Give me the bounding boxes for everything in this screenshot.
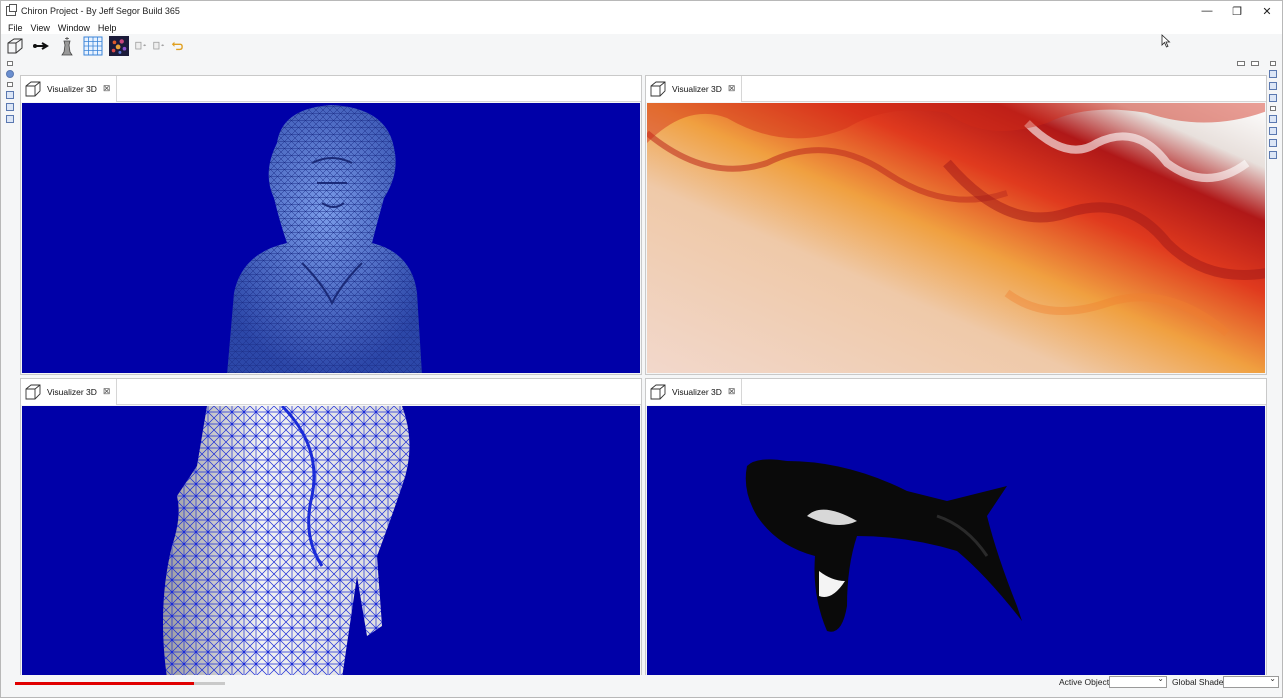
wireframe-bust-render (163, 406, 410, 676)
menu-help[interactable]: Help (94, 23, 121, 33)
arrow-right-icon[interactable] (31, 36, 51, 56)
panel-view-icon[interactable] (1269, 127, 1277, 135)
close-tab-icon[interactable]: ⊠ (728, 83, 736, 94)
tab-label: Visualizer 3D (47, 83, 97, 94)
global-shader-label: Global Shader (1172, 677, 1227, 687)
wireframe-cube-icon[interactable] (5, 36, 25, 56)
minimize-button[interactable]: — (1192, 1, 1222, 21)
export-icon[interactable] (153, 36, 165, 56)
maximize-area-icon[interactable] (1251, 61, 1259, 66)
close-tab-icon[interactable]: ⊠ (103, 83, 111, 94)
left-side-strip (3, 59, 17, 123)
panel-view-icon[interactable] (1269, 94, 1277, 102)
wireframe-cube-icon (25, 81, 41, 96)
visualizer-panel-3: Visualizer 3D ⊠ (20, 378, 642, 678)
progress-bar (15, 682, 225, 685)
wireframe-cube-icon (650, 384, 666, 399)
panel-view-icon[interactable] (6, 103, 14, 111)
close-tab-icon[interactable]: ⊠ (103, 386, 111, 397)
toolbar (1, 34, 1282, 58)
tab-visualizer-3d[interactable]: Visualizer 3D ⊠ (646, 75, 743, 102)
viewport-3d[interactable] (647, 103, 1265, 373)
panel-view-icon[interactable] (1269, 151, 1277, 159)
app-icon (6, 4, 17, 16)
window-title: Chiron Project - By Jeff Segor Build 365 (21, 6, 180, 16)
app-window: Chiron Project - By Jeff Segor Build 365… (0, 0, 1283, 698)
mouse-cursor-icon (1161, 34, 1171, 48)
wireframe-cube-icon (25, 384, 41, 399)
visualizer-panel-4: Visualizer 3D ⊠ (645, 378, 1267, 678)
chess-piece-icon[interactable] (57, 36, 77, 56)
outline-view-icon[interactable] (6, 70, 14, 78)
particles-icon[interactable] (109, 36, 129, 56)
menu-view[interactable]: View (27, 23, 54, 33)
tab-label: Visualizer 3D (47, 386, 97, 397)
menu-file[interactable]: File (4, 23, 27, 33)
right-side-strip (1266, 59, 1280, 159)
restore-view-icon[interactable] (7, 82, 13, 87)
tab-visualizer-3d[interactable]: Visualizer 3D ⊠ (646, 378, 743, 405)
terrain-render (647, 103, 1265, 373)
tab-visualizer-3d[interactable]: Visualizer 3D ⊠ (21, 75, 118, 102)
status-bar: Active Object Global Shader (1, 674, 1282, 697)
panel-view-icon[interactable] (1269, 82, 1277, 90)
tab-visualizer-3d[interactable]: Visualizer 3D ⊠ (21, 378, 118, 405)
panel-view-icon[interactable] (6, 115, 14, 123)
tab-label: Visualizer 3D (672, 386, 722, 397)
editor-area-controls (1237, 61, 1259, 66)
global-shader-select[interactable] (1223, 674, 1279, 688)
restore-view-icon[interactable] (7, 61, 13, 66)
menu-bar: File View Window Help (1, 21, 1282, 34)
visualizer-panel-1: Visualizer 3D ⊠ (20, 75, 642, 375)
viewport-3d[interactable] (647, 406, 1265, 676)
viewport-3d[interactable] (22, 103, 640, 373)
restore-view-icon[interactable] (1270, 61, 1276, 66)
orca-render (745, 459, 1022, 632)
panel-view-icon[interactable] (1269, 70, 1277, 78)
wireframe-cube-icon (650, 81, 666, 96)
restore-button[interactable]: ❐ (1222, 1, 1252, 21)
progress-fill (15, 682, 194, 685)
restore-view-icon[interactable] (1270, 106, 1276, 111)
tab-label: Visualizer 3D (672, 83, 722, 94)
undo-icon[interactable] (171, 36, 183, 56)
active-object-label: Active Object (1059, 677, 1110, 687)
panel-view-icon[interactable] (1269, 139, 1277, 147)
menu-window[interactable]: Window (54, 23, 94, 33)
viewport-3d[interactable] (22, 406, 640, 676)
bust-mesh-render (227, 105, 422, 373)
close-tab-icon[interactable]: ⊠ (728, 386, 736, 397)
grid-icon[interactable] (83, 36, 103, 56)
import-icon[interactable] (135, 36, 147, 56)
minimize-area-icon[interactable] (1237, 61, 1245, 66)
close-button[interactable]: ✕ (1252, 1, 1282, 21)
panel-view-icon[interactable] (1269, 115, 1277, 123)
visualizer-panel-2: Visualizer 3D ⊠ (645, 75, 1267, 375)
title-bar: Chiron Project - By Jeff Segor Build 365… (1, 1, 1282, 21)
panel-view-icon[interactable] (6, 91, 14, 99)
active-object-select[interactable] (1109, 674, 1167, 688)
